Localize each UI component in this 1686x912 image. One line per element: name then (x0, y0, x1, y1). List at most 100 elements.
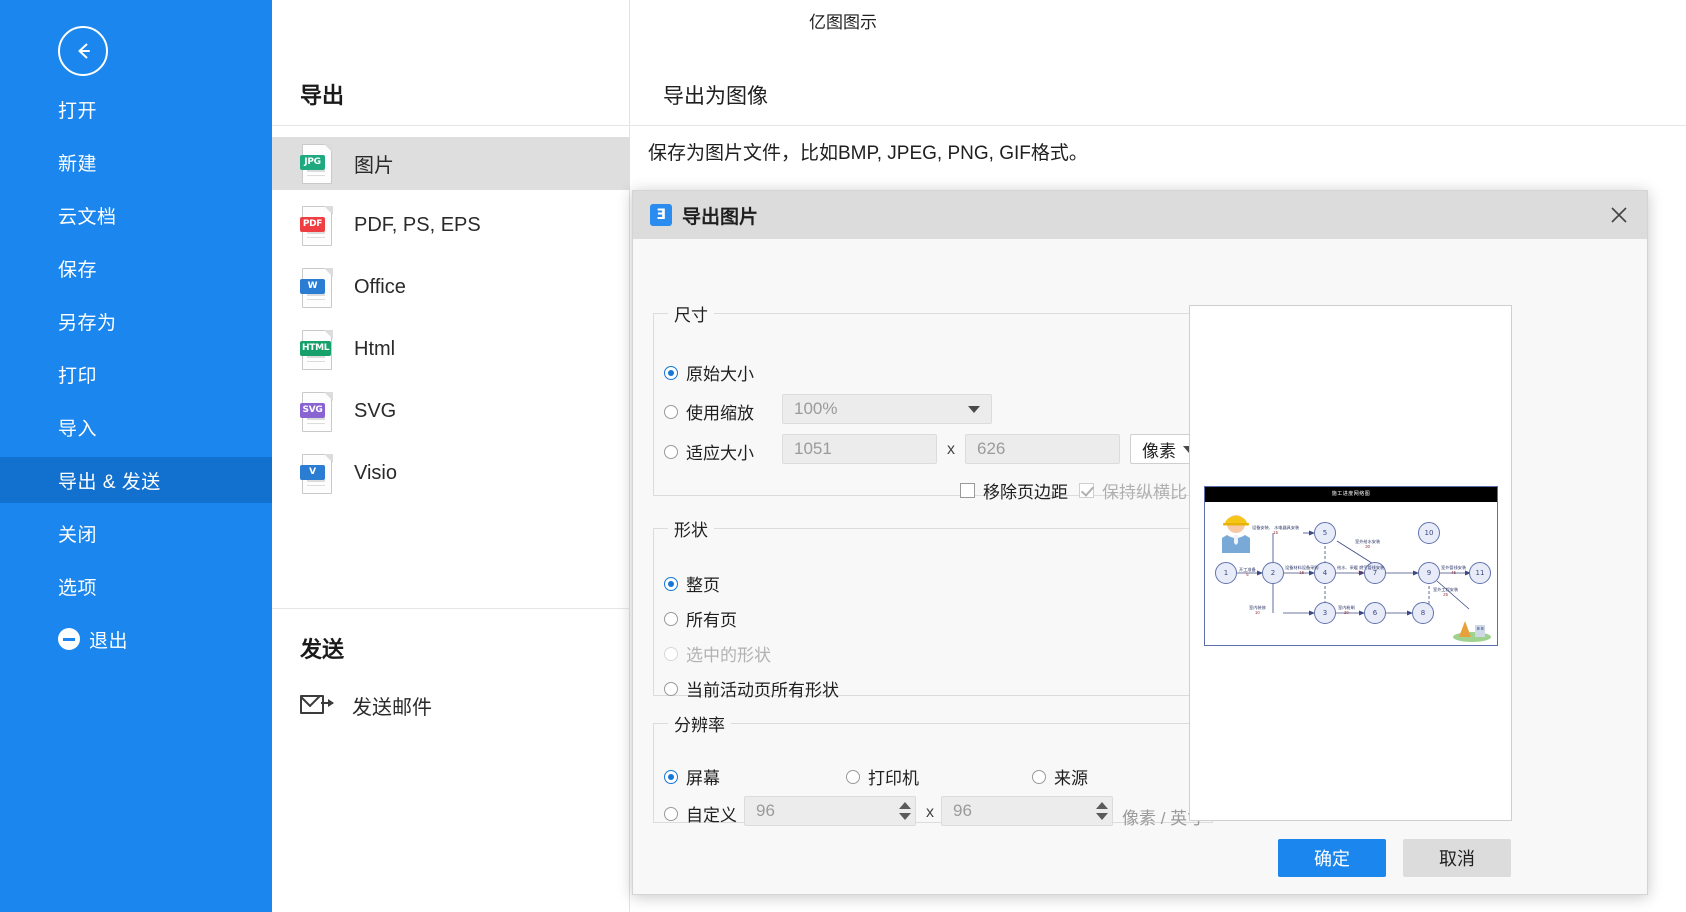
radio-fit-size[interactable]: 适应大小 (664, 439, 754, 464)
file-tag: PDF (300, 216, 325, 232)
format-item-office[interactable]: W Office (272, 261, 630, 314)
ok-button[interactable]: 确定 (1278, 839, 1386, 877)
diagram-node: 11 (1469, 562, 1491, 584)
sidebar-item-open[interactable]: 打开 (0, 86, 272, 132)
radio-label: 自定义 (686, 806, 737, 825)
diagram-node: 5 (1314, 522, 1336, 544)
dialog-title: 导出图片 (682, 206, 759, 228)
sidebar-item-cloud-docs[interactable]: 云文档 (0, 192, 272, 238)
format-item-image[interactable]: JPG 图片 (272, 137, 630, 190)
size-unit-value: 像素 (1142, 441, 1176, 461)
radio-all-pages[interactable]: 所有页 (664, 606, 737, 631)
dpi-y-input[interactable]: 96 (941, 796, 1113, 826)
sidebar-item-print[interactable]: 打印 (0, 351, 272, 397)
format-item-label: Html (354, 338, 396, 360)
mail-send-icon (300, 692, 334, 720)
file-tag: SVG (300, 402, 325, 418)
radio-label: 原始大小 (686, 365, 754, 384)
format-item-visio[interactable]: V Visio (272, 447, 630, 500)
radio-resolution-source[interactable]: 来源 (1032, 764, 1088, 789)
radio-original-size[interactable]: 原始大小 (664, 360, 754, 385)
format-item-label: Visio (354, 462, 397, 484)
radio-use-scale[interactable]: 使用缩放 (664, 399, 754, 424)
scale-value: 100% (794, 399, 838, 418)
sidebar-item-options[interactable]: 选项 (0, 563, 272, 609)
send-item-email[interactable]: 发送邮件 (272, 679, 630, 732)
format-item-html[interactable]: HTML Html (272, 323, 630, 376)
sidebar-item-close[interactable]: 关闭 (0, 510, 272, 556)
sidebar-item-export-send[interactable]: 导出 & 发送 (0, 457, 272, 503)
sidebar-item-save[interactable]: 保存 (0, 245, 272, 291)
cancel-button[interactable]: 取消 (1403, 839, 1511, 877)
sidebar-item-label: 打印 (58, 365, 98, 387)
sidebar-item-label: 打开 (58, 100, 98, 122)
diagram-edge-label: 给水、采暖 燃气管线安装 20 (1337, 565, 1385, 576)
radio-active-page-shapes[interactable]: 当前活动页所有形状 (664, 676, 839, 701)
sidebar-item-label: 导入 (58, 418, 98, 440)
main-sidebar: 打开 新建 云文档 保存 另存为 打印 导入 导出 & 发送 关闭 选项 退出 (0, 0, 272, 912)
radio-dot-icon (664, 646, 678, 661)
jpg-file-icon: JPG (300, 143, 334, 184)
radio-dot-icon (664, 611, 678, 626)
file-tag: HTML (300, 340, 332, 356)
close-icon[interactable] (1607, 203, 1631, 227)
radio-label: 所有页 (686, 611, 737, 630)
send-heading: 发送 (300, 637, 345, 662)
column-divider (272, 608, 630, 609)
radio-label: 整页 (686, 576, 720, 595)
back-button[interactable] (58, 26, 108, 76)
format-item-svg[interactable]: SVG SVG (272, 385, 630, 438)
height-input[interactable]: 626 (965, 434, 1120, 464)
diagram-node: 3 (1314, 602, 1336, 624)
sidebar-item-new[interactable]: 新建 (0, 139, 272, 185)
app-logo-icon: Ǝ (650, 204, 672, 226)
app-title: 亿图图示 (809, 13, 877, 32)
page-title: 导出为图像 (663, 85, 768, 108)
radio-resolution-screen[interactable]: 屏幕 (664, 764, 720, 789)
checkbox-keep-ratio: 保持纵横比 (1079, 478, 1187, 503)
diagram-edge-label: 室外给水安装 30 (1355, 539, 1381, 550)
back-arrow-icon (78, 43, 90, 59)
size-x-separator: x (947, 441, 955, 458)
radio-dot-icon (664, 404, 678, 419)
pdf-file-icon: PDF (300, 205, 334, 246)
width-input[interactable]: 1051 (782, 434, 937, 464)
sidebar-item-label: 关闭 (58, 524, 98, 546)
dpi-y-stepper[interactable] (1092, 798, 1111, 824)
sidebar-item-label: 导出 & 发送 (58, 471, 161, 493)
sidebar-item-save-as[interactable]: 另存为 (0, 298, 272, 344)
scale-dropdown[interactable]: 100% (782, 394, 992, 424)
diagram-edge-label: 设备材料设备采购 15 (1285, 565, 1319, 576)
checkbox-remove-margin[interactable]: 移除页边距 (960, 478, 1068, 503)
diagram-node: 2 (1262, 562, 1284, 584)
radio-whole-page[interactable]: 整页 (664, 571, 720, 596)
radio-selected-shapes: 选中的形状 (664, 641, 771, 666)
html-file-icon: HTML (300, 329, 334, 370)
radio-resolution-printer[interactable]: 打印机 (846, 764, 919, 789)
radio-dot-icon (664, 806, 678, 821)
format-item-label: Office (354, 276, 406, 298)
dpi-x-stepper[interactable] (895, 798, 914, 824)
radio-dot-icon (1032, 769, 1046, 784)
dpi-x-input[interactable]: 96 (744, 796, 916, 826)
radio-label: 屏幕 (686, 769, 720, 788)
export-image-dialog: Ǝ 导出图片 尺寸 原始大小 使用缩放 100% 适应大小 1051 x 626… (632, 190, 1648, 895)
radio-resolution-custom[interactable]: 自定义 (664, 801, 737, 826)
export-format-column: 导出 JPG 图片 PDF PDF, PS, EPS W Office HTML… (272, 0, 630, 912)
sidebar-item-quit[interactable]: 退出 (0, 616, 272, 662)
sidebar-item-import[interactable]: 导入 (0, 404, 272, 450)
sidebar-item-label: 选项 (58, 577, 98, 599)
checkbox-label: 移除页边距 (983, 483, 1068, 502)
radio-label: 打印机 (868, 769, 919, 788)
radio-dot-icon (664, 365, 678, 380)
file-tag: V (300, 464, 325, 480)
radio-dot-icon (846, 769, 860, 784)
stepper-down-icon (898, 813, 911, 820)
format-item-pdf[interactable]: PDF PDF, PS, EPS (272, 199, 630, 252)
radio-dot-icon (664, 444, 678, 459)
diagram-edge-label: 室外管线安装 45 (1441, 565, 1467, 576)
checkbox-box-icon (1079, 483, 1094, 498)
shape-group-legend: 形状 (674, 521, 708, 540)
send-item-label: 发送邮件 (352, 697, 432, 719)
radio-label: 使用缩放 (686, 404, 754, 423)
